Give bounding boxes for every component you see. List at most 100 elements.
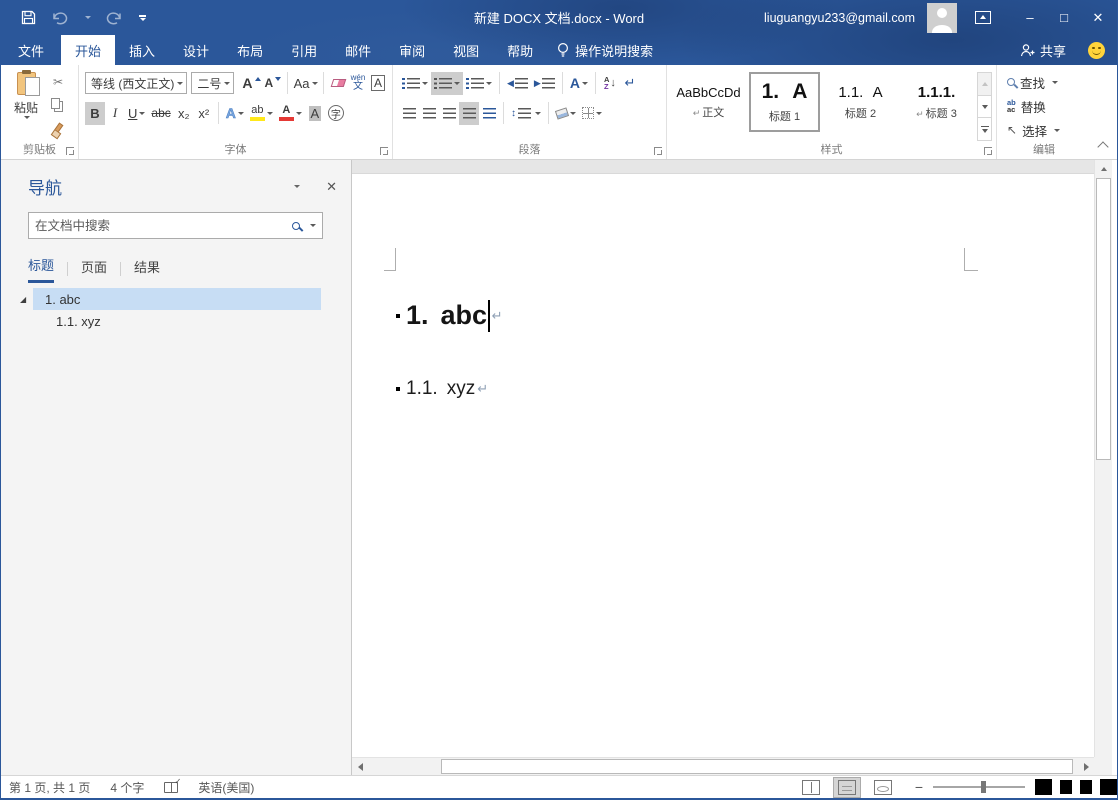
vertical-scrollbar[interactable] (1094, 160, 1112, 775)
font-size-combo[interactable]: 二号 (191, 72, 234, 94)
increase-indent-button[interactable]: ▶ (531, 72, 558, 95)
bullets-button[interactable] (399, 72, 431, 95)
page-indicator[interactable]: 第 1 页, 共 1 页 (9, 779, 90, 796)
style-heading2[interactable]: 1.1. A 标题 2 (825, 72, 896, 132)
account-email[interactable]: liuguangyu233@gmail.com (764, 11, 915, 25)
word-count[interactable]: 4 个字 (110, 779, 144, 796)
redo-icon[interactable] (106, 11, 123, 25)
ribbon-display-options-icon[interactable] (975, 11, 991, 24)
numbering-button[interactable] (431, 72, 463, 95)
nav-pane-options-icon[interactable] (294, 185, 300, 188)
align-right-button[interactable] (439, 102, 459, 125)
vertical-scroll-thumb[interactable] (1096, 178, 1111, 460)
show-hide-marks-button[interactable]: ↵ (620, 72, 640, 95)
styles-dialog-launcher[interactable] (984, 147, 992, 155)
web-layout-button[interactable] (869, 777, 897, 798)
tab-design[interactable]: 设计 (169, 35, 223, 65)
save-icon[interactable] (21, 10, 36, 25)
zoom-in-button-glitched[interactable] (1035, 779, 1052, 795)
line-spacing-button[interactable]: ↕ (508, 102, 544, 125)
share-button[interactable]: 共享 (1020, 41, 1066, 60)
tab-file[interactable]: 文件 (1, 35, 61, 65)
bold-button[interactable]: B (85, 102, 105, 125)
undo-dropdown-icon[interactable] (85, 16, 91, 19)
highlight-button[interactable]: ab (247, 102, 276, 125)
feedback-smiley-icon[interactable] (1088, 42, 1105, 59)
decrease-indent-button[interactable]: ◀ (504, 72, 531, 95)
asian-layout-button[interactable]: A (567, 72, 591, 95)
customize-qat-icon[interactable] (138, 15, 146, 21)
font-dialog-launcher[interactable] (380, 147, 388, 155)
tell-me-search[interactable]: 操作说明搜索 (547, 35, 663, 65)
tab-insert[interactable]: 插入 (115, 35, 169, 65)
align-center-button[interactable] (419, 102, 439, 125)
tree-item-heading2[interactable]: 1.1. xyz (1, 310, 351, 332)
zoom-slider[interactable] (933, 786, 1025, 788)
avatar[interactable] (927, 3, 957, 33)
character-border-button[interactable]: A (368, 72, 388, 95)
replace-button[interactable]: abac 替换 (1007, 94, 1087, 118)
character-shading-button[interactable]: A (305, 102, 325, 125)
strikethrough-button[interactable]: abc (148, 102, 173, 125)
align-left-button[interactable] (399, 102, 419, 125)
multilevel-list-button[interactable] (463, 72, 495, 95)
zoom-out-button[interactable]: − (915, 779, 923, 795)
horizontal-scrollbar[interactable] (352, 757, 1094, 775)
print-layout-button[interactable] (833, 777, 861, 798)
expander-icon[interactable]: ◢ (20, 295, 26, 304)
nav-tab-pages[interactable]: 页面 (81, 257, 107, 282)
language-indicator[interactable]: 英语(美国) (198, 779, 254, 796)
format-painter-icon[interactable] (47, 118, 69, 138)
minimize-button[interactable]: – (1013, 0, 1047, 35)
font-color-button[interactable]: A (276, 102, 305, 125)
undo-icon[interactable] (51, 11, 68, 25)
italic-button[interactable]: I (105, 102, 125, 125)
grow-font-button[interactable]: A (240, 72, 262, 95)
justify-button[interactable] (459, 102, 479, 125)
sort-button[interactable]: AZ ↓ (600, 72, 620, 95)
zoom-slider-handle[interactable] (981, 781, 986, 793)
close-button[interactable]: ✕ (1081, 0, 1115, 35)
tab-view[interactable]: 视图 (439, 35, 493, 65)
font-name-dropdown-icon[interactable] (177, 82, 183, 85)
distribute-button[interactable] (479, 102, 499, 125)
superscript-button[interactable]: x² (194, 102, 214, 125)
scroll-up-icon[interactable] (1095, 161, 1112, 176)
horizontal-scroll-thumb[interactable] (441, 759, 1073, 774)
style-heading3[interactable]: 1.1.1. ↵标题 3 (901, 72, 972, 132)
search-options-dropdown-icon[interactable] (310, 224, 316, 227)
nav-pane-close-icon[interactable]: ✕ (326, 179, 337, 195)
borders-button[interactable] (579, 102, 605, 125)
tab-home[interactable]: 开始 (61, 35, 115, 65)
enclose-characters-button[interactable]: 字 (325, 102, 347, 125)
search-input[interactable] (29, 219, 292, 233)
document-canvas[interactable]: 1. abc ↵ 1.1. xyz ↵ (352, 160, 1094, 757)
change-case-button[interactable]: Aa (292, 72, 319, 95)
scroll-right-icon[interactable] (1079, 758, 1094, 775)
styles-scroll-up[interactable] (978, 73, 991, 96)
maximize-button[interactable]: □ (1047, 0, 1081, 35)
tab-help[interactable]: 帮助 (493, 35, 547, 65)
tab-references[interactable]: 引用 (277, 35, 331, 65)
style-heading1[interactable]: 1. A 标题 1 (749, 72, 820, 132)
font-size-dropdown-icon[interactable] (224, 82, 230, 85)
font-name-combo[interactable]: 等线 (西文正文) (85, 72, 187, 94)
paragraph-dialog-launcher[interactable] (654, 147, 662, 155)
shading-button[interactable] (553, 102, 579, 125)
style-normal[interactable]: AaBbCcDd ↵正文 (673, 72, 744, 132)
find-button[interactable]: 查找 (1007, 70, 1087, 94)
paste-dropdown-icon[interactable] (24, 116, 30, 119)
zoom-level-glitched[interactable] (1100, 779, 1117, 795)
nav-tab-headings[interactable]: 标题 (28, 255, 54, 283)
subscript-button[interactable]: x₂ (174, 102, 194, 125)
tab-mailings[interactable]: 邮件 (331, 35, 385, 65)
tab-review[interactable]: 审阅 (385, 35, 439, 65)
paste-button[interactable]: 粘贴 (7, 70, 45, 141)
read-mode-button[interactable] (797, 777, 825, 798)
styles-scroll-down[interactable] (978, 96, 991, 119)
phonetic-guide-button[interactable]: wén 文 (348, 72, 368, 95)
shrink-font-button[interactable]: A (262, 72, 283, 95)
tab-layout[interactable]: 布局 (223, 35, 277, 65)
copy-icon[interactable] (47, 95, 69, 115)
scroll-left-icon[interactable] (353, 758, 368, 775)
